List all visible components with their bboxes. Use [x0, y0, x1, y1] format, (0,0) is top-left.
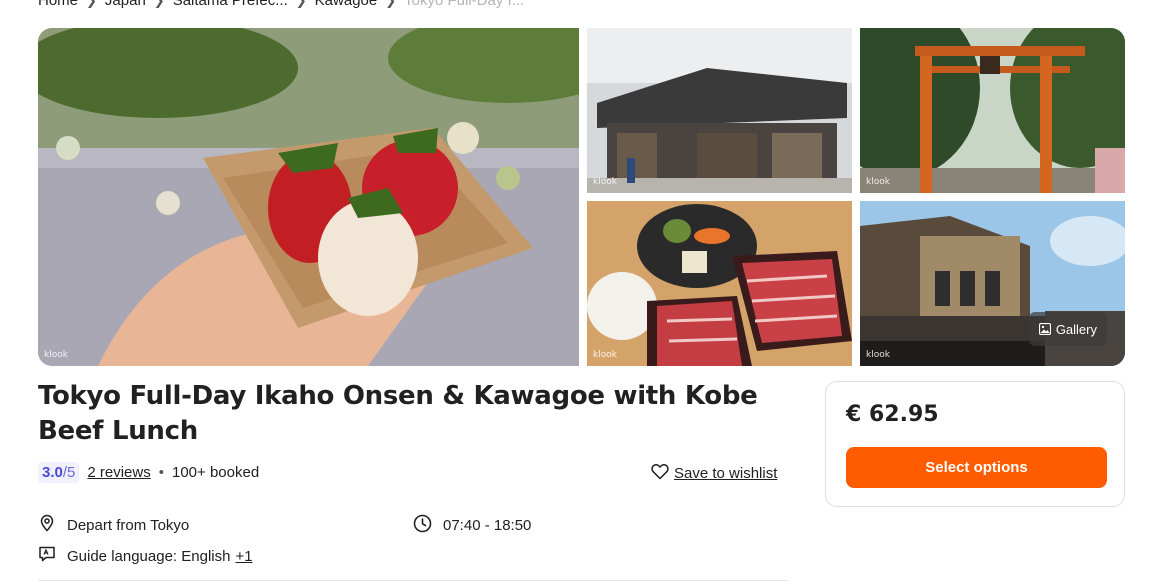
wishlist-label: Save to wishlist: [674, 465, 778, 482]
chevron-right-icon: ❯: [385, 0, 397, 8]
rating-badge: 3.0/5: [38, 462, 80, 483]
gallery-button-label: Gallery: [1055, 321, 1097, 337]
speech-bubble-icon: [38, 545, 56, 567]
page-title: Tokyo Full-Day Ikaho Onsen & Kawagoe wit…: [38, 381, 758, 446]
depart-info: Depart from Tokyo: [38, 514, 189, 536]
breadcrumb-kawagoe[interactable]: Kawagoe: [315, 0, 378, 9]
guide-language-info: Guide language: English +1: [38, 545, 253, 567]
breadcrumb: Home ❯ Japan ❯ Saitama Prefec... ❯ Kawag…: [38, 0, 524, 9]
breadcrumb-saitama[interactable]: Saitama Prefec...: [173, 0, 288, 9]
chevron-right-icon: ❯: [153, 0, 165, 8]
separator-dot: •: [158, 464, 164, 481]
watermark-logo: klook: [593, 177, 617, 187]
rating-value: 3.0: [42, 464, 63, 481]
select-options-button[interactable]: Select options: [846, 447, 1107, 488]
depart-text: Depart from Tokyo: [67, 516, 190, 534]
more-languages-link[interactable]: +1: [235, 548, 252, 565]
watermark-logo: klook: [593, 350, 617, 360]
gallery-button[interactable]: Gallery: [1028, 312, 1107, 346]
watermark-logo: klook: [866, 177, 890, 187]
chevron-right-icon: ❯: [86, 0, 97, 8]
location-pin-icon: [38, 514, 56, 536]
strawberries-photo[interactable]: klook: [38, 28, 579, 366]
reviews-link[interactable]: 2 reviews: [87, 464, 150, 481]
photo-gallery: klook klook klook klook klook Gallery: [38, 28, 1125, 366]
guide-language-text: Guide language: English: [67, 547, 231, 565]
kawagoe-storehouse-street-photo[interactable]: klook: [587, 28, 852, 193]
breadcrumb-japan[interactable]: Japan: [105, 0, 146, 9]
kobe-beef-sukiyaki-photo[interactable]: klook: [587, 201, 852, 366]
activity-meta: 3.0/5 2 reviews • 100+ booked: [38, 462, 259, 483]
save-to-wishlist-button[interactable]: Save to wishlist: [651, 463, 777, 484]
image-icon: [1038, 323, 1051, 335]
breadcrumb-home[interactable]: Home: [38, 0, 78, 9]
watermark-logo: klook: [866, 350, 890, 360]
breadcrumb-current: Tokyo Full-Day I...: [404, 0, 525, 9]
time-text: 07:40 - 18:50: [443, 517, 532, 534]
booking-card: € 62.95 Select options: [825, 381, 1125, 507]
divider: [38, 580, 788, 581]
clock-icon: [413, 514, 432, 537]
kawagoe-historic-building-photo[interactable]: klook Gallery: [860, 201, 1125, 366]
torii-gate-photo[interactable]: klook: [860, 28, 1125, 193]
heart-icon: [651, 463, 669, 484]
watermark-logo: klook: [44, 350, 68, 360]
rating-scale: /5: [62, 464, 76, 481]
booked-count: 100+ booked: [172, 464, 260, 481]
chevron-right-icon: ❯: [295, 0, 307, 8]
time-info: 07:40 - 18:50: [413, 514, 531, 537]
price: € 62.95: [846, 402, 939, 427]
